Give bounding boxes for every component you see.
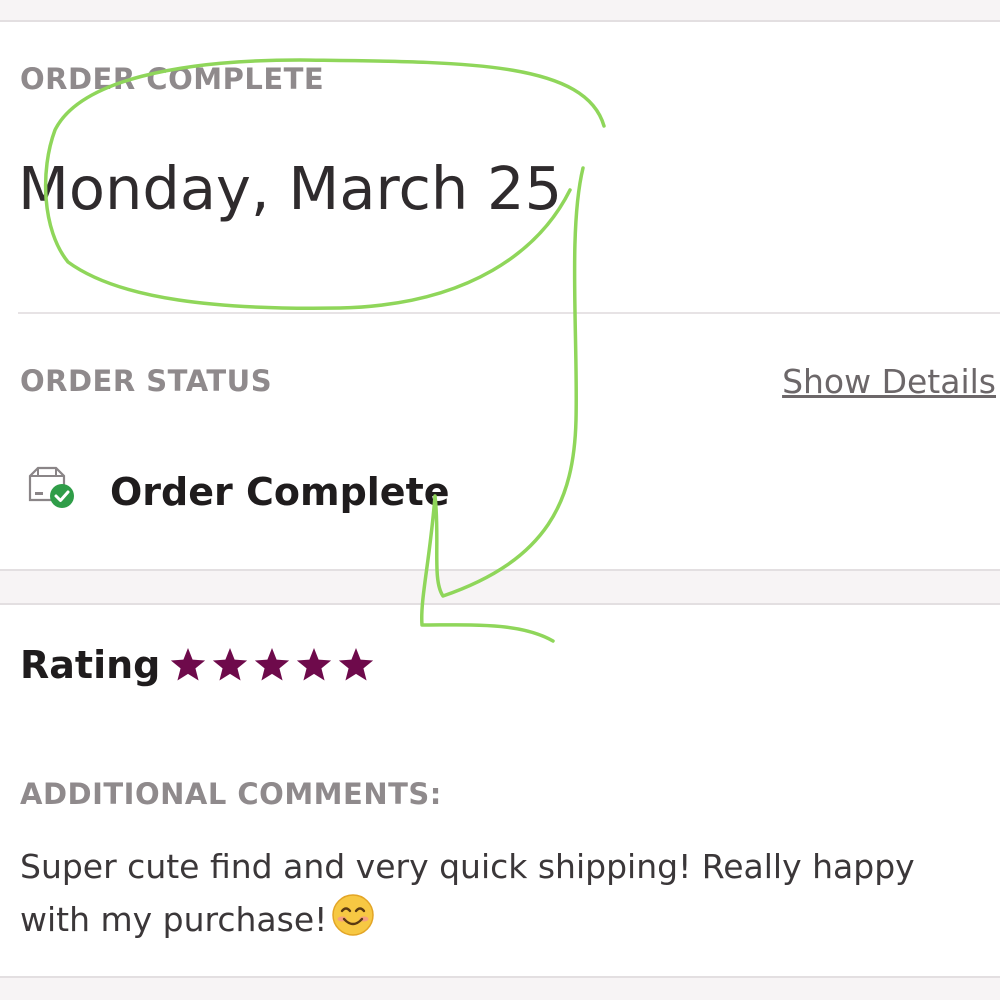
show-details-link[interactable]: Show Details <box>782 362 996 401</box>
order-summary-card: ORDER COMPLETE Monday, March 25 ORDER ST… <box>0 20 1000 571</box>
order-detail-page: ORDER COMPLETE Monday, March 25 ORDER ST… <box>0 0 1000 1000</box>
star-icon <box>254 648 290 681</box>
rating-label: Rating <box>20 643 161 687</box>
star-icon <box>170 648 206 681</box>
box-check-icon <box>28 466 74 508</box>
review-comment: Super cute find and very quick shipping!… <box>20 841 980 946</box>
review-comment-text: Super cute find and very quick shipping!… <box>20 847 915 939</box>
star-rating <box>170 648 374 681</box>
star-icon <box>296 648 332 681</box>
star-icon <box>338 648 374 681</box>
star-icon <box>212 648 248 681</box>
order-status-heading: ORDER STATUS <box>20 364 273 398</box>
order-status-text: Order Complete <box>110 470 450 514</box>
section-divider <box>18 312 1000 314</box>
order-date: Monday, March 25 <box>18 154 563 223</box>
smiling-face-emoji-icon <box>332 894 375 936</box>
additional-comments-heading: ADDITIONAL COMMENTS: <box>20 777 442 811</box>
review-card: Rating ADDITIONAL COMMENTS: Super cute f… <box>0 603 1000 978</box>
order-complete-heading: ORDER COMPLETE <box>20 62 325 96</box>
